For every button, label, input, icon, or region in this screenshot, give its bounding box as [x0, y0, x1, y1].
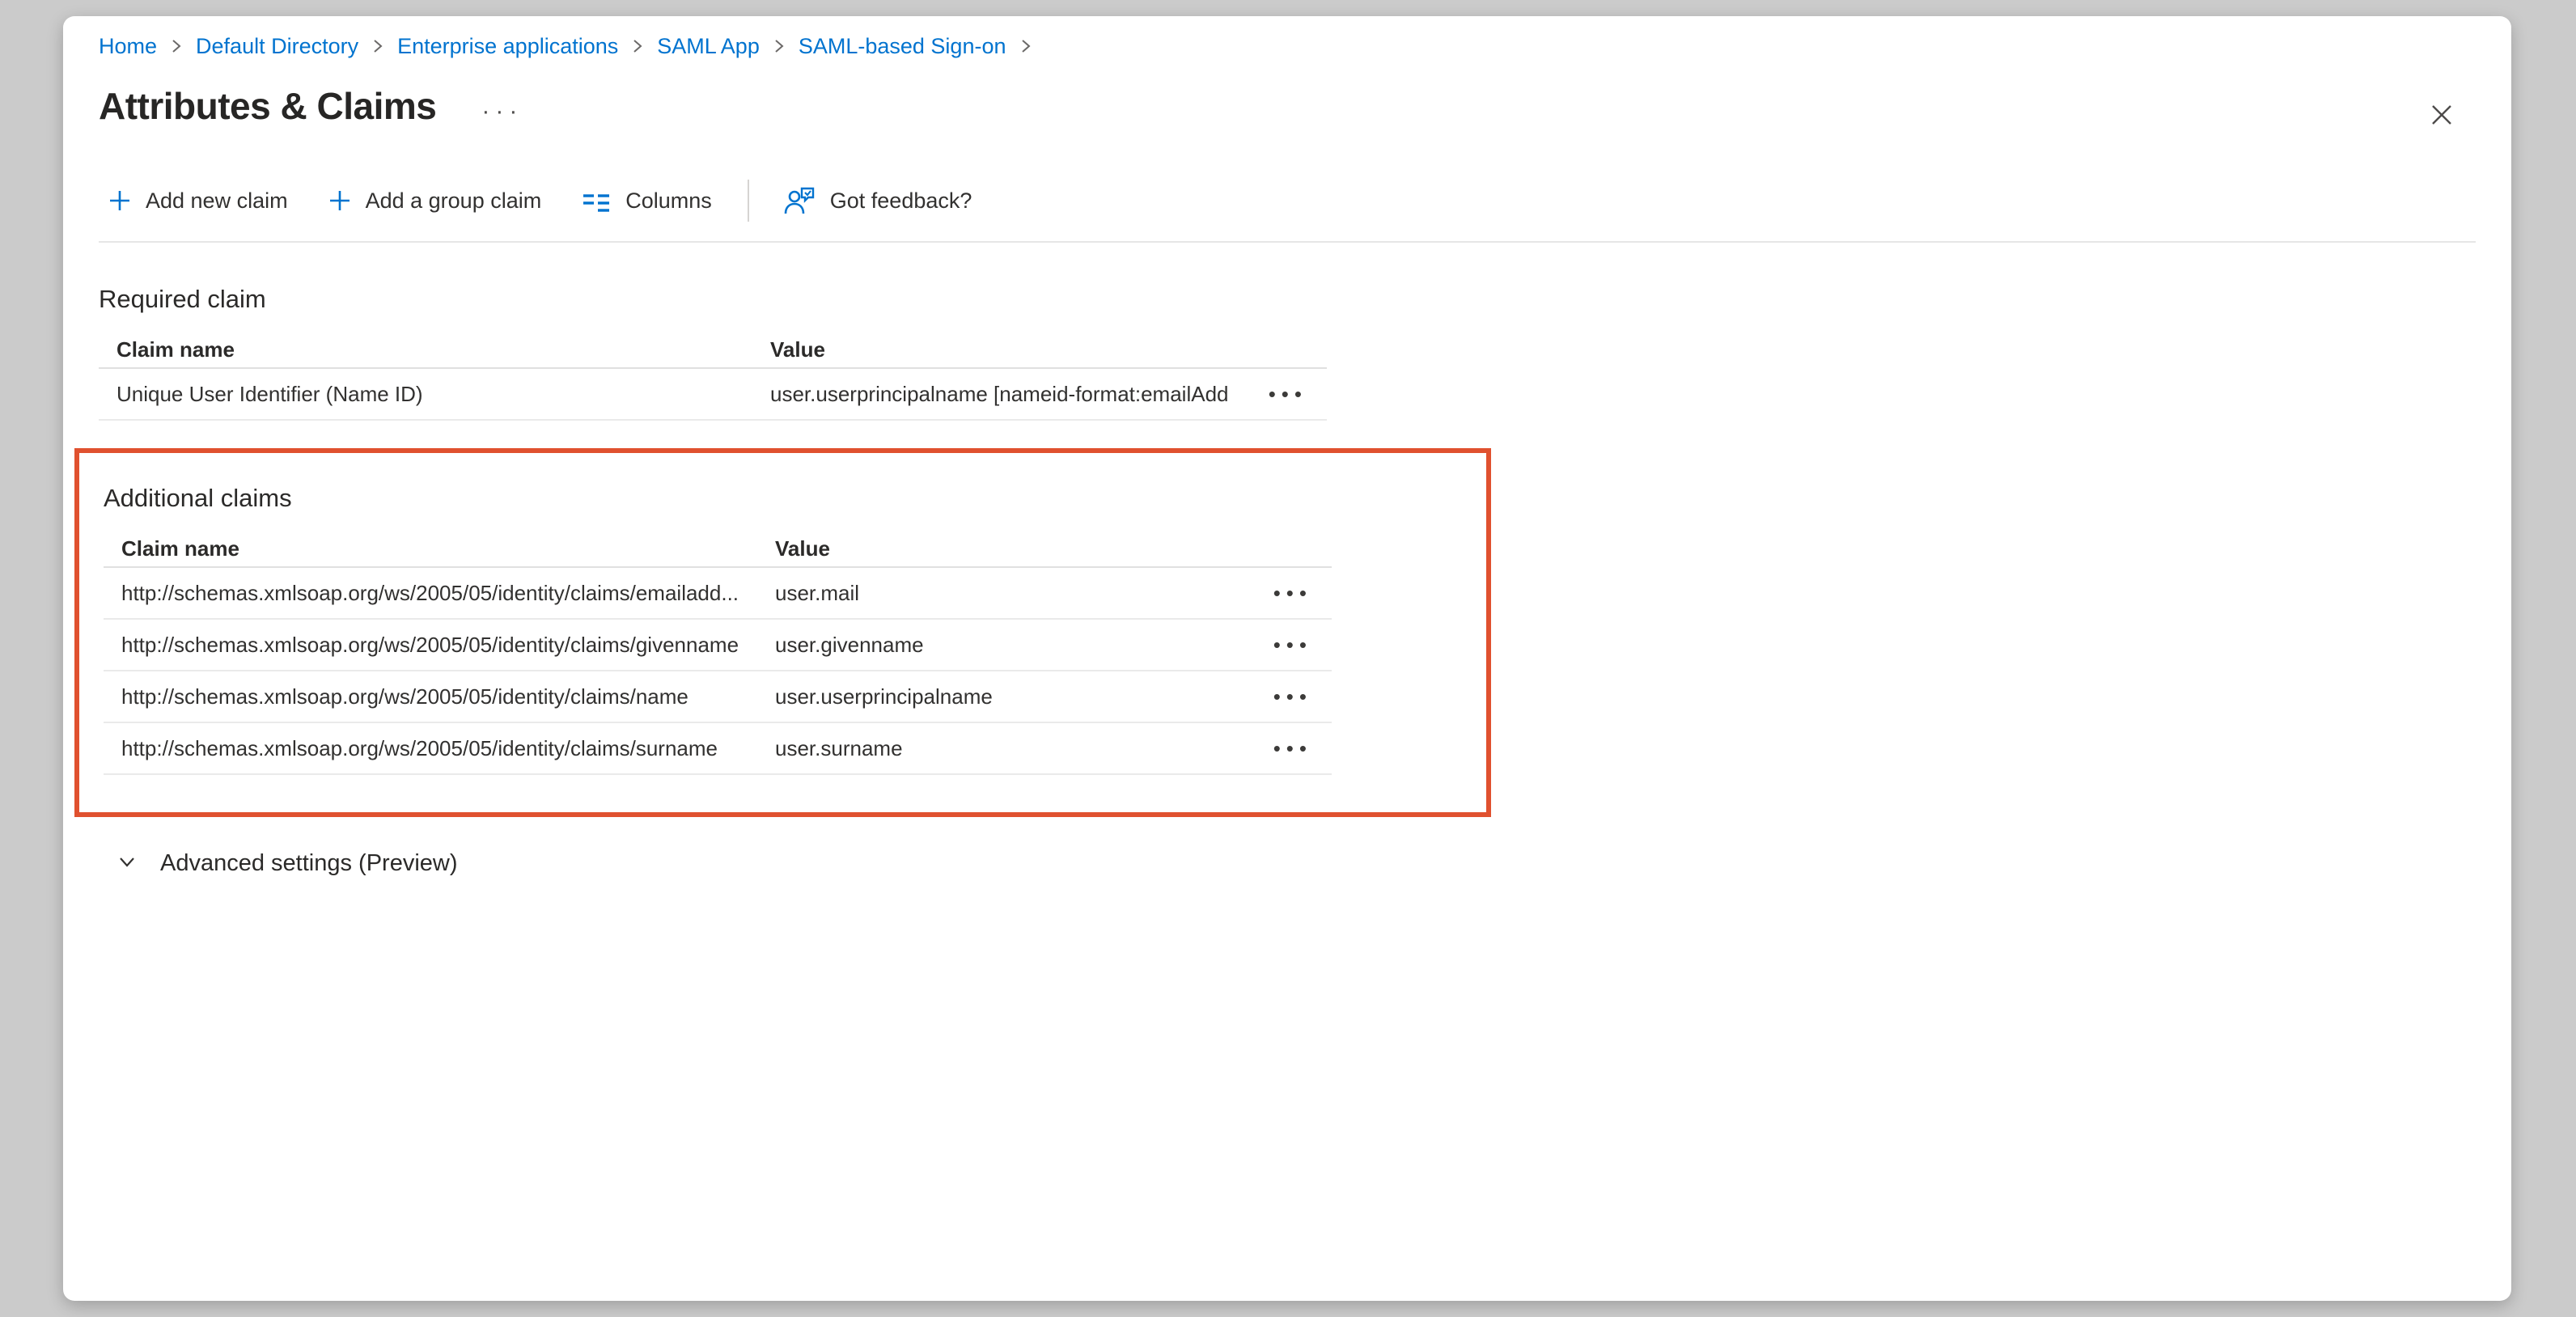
table-header-row: Claim name Value [99, 332, 1327, 369]
advanced-settings-toggle[interactable]: Advanced settings (Preview) [99, 849, 458, 878]
add-new-claim-label: Add new claim [146, 188, 288, 214]
attributes-claims-panel: Home Default Directory Enterprise applic… [63, 16, 2511, 1301]
additional-claims-heading: Additional claims [104, 484, 1486, 513]
add-new-claim-button[interactable]: Add new claim [99, 183, 296, 218]
columns-label: Columns [625, 188, 712, 214]
annotation-highlight-box: Additional claims Claim name Value http:… [74, 448, 1491, 817]
claim-name-cell: http://schemas.xmlsoap.org/ws/2005/05/id… [104, 736, 775, 761]
claim-name-cell: http://schemas.xmlsoap.org/ws/2005/05/id… [104, 633, 775, 658]
plus-icon [107, 188, 133, 214]
toolbar: Add new claim Add a group claim [99, 178, 2476, 243]
got-feedback-label: Got feedback? [830, 188, 972, 214]
additional-claims-table: Claim name Value http://schemas.xmlsoap.… [104, 531, 1332, 775]
table-row[interactable]: Unique User Identifier (Name ID) user.us… [99, 369, 1327, 421]
columns-icon [580, 188, 612, 214]
breadcrumb-link-saml-based-sign-on[interactable]: SAML-based Sign-on [799, 34, 1006, 59]
chevron-down-icon [115, 849, 139, 878]
claim-name-cell: Unique User Identifier (Name ID) [99, 382, 770, 407]
toolbar-divider [748, 180, 749, 222]
breadcrumb-link-saml-app[interactable]: SAML App [657, 34, 760, 59]
got-feedback-button[interactable]: Got feedback? [773, 178, 981, 223]
breadcrumb-link-home[interactable]: Home [99, 34, 157, 59]
advanced-settings-label: Advanced settings (Preview) [160, 850, 458, 877]
chevron-right-icon [170, 36, 183, 56]
plus-icon [327, 188, 353, 214]
close-button[interactable] [2419, 94, 2464, 139]
feedback-person-icon [782, 183, 817, 218]
chevron-right-icon [631, 36, 644, 56]
columns-button[interactable]: Columns [572, 183, 720, 218]
claim-name-cell: http://schemas.xmlsoap.org/ws/2005/05/id… [104, 581, 775, 606]
value-cell: user.userprincipalname [nameid-format:em… [770, 382, 1230, 407]
required-claim-heading: Required claim [99, 285, 2476, 314]
value-column-header: Value [770, 337, 1230, 362]
add-group-claim-label: Add a group claim [366, 188, 542, 214]
table-row[interactable]: http://schemas.xmlsoap.org/ws/2005/05/id… [104, 620, 1332, 671]
table-row[interactable]: http://schemas.xmlsoap.org/ws/2005/05/id… [104, 671, 1332, 723]
table-header-row: Claim name Value [104, 531, 1332, 568]
additional-claims-section: Additional claims Claim name Value http:… [104, 484, 1486, 775]
title-row: Attributes & Claims ··· [99, 81, 2476, 131]
table-row[interactable]: http://schemas.xmlsoap.org/ws/2005/05/id… [104, 723, 1332, 775]
row-menu-icon[interactable]: ••• [1273, 585, 1312, 601]
value-cell: user.surname [775, 736, 1235, 761]
chevron-right-icon [371, 36, 384, 56]
value-column-header: Value [775, 536, 1235, 561]
chevron-right-icon [1019, 36, 1032, 56]
breadcrumb-link-default-directory[interactable]: Default Directory [196, 34, 358, 59]
value-cell: user.userprincipalname [775, 684, 1235, 709]
row-menu-icon[interactable]: ••• [1269, 386, 1307, 402]
row-menu-icon[interactable]: ••• [1273, 740, 1312, 756]
row-menu-icon[interactable]: ••• [1273, 637, 1312, 653]
value-cell: user.mail [775, 581, 1235, 606]
table-row[interactable]: http://schemas.xmlsoap.org/ws/2005/05/id… [104, 568, 1332, 620]
claim-name-column-header: Claim name [99, 337, 770, 362]
page-title: Attributes & Claims [99, 84, 436, 128]
required-claim-section: Required claim Claim name Value Unique U… [99, 285, 2476, 421]
close-icon [2427, 100, 2456, 133]
title-more-options-icon[interactable]: ··· [481, 108, 523, 116]
breadcrumb-link-enterprise-applications[interactable]: Enterprise applications [397, 34, 618, 59]
required-claim-table: Claim name Value Unique User Identifier … [99, 332, 1327, 421]
claim-name-column-header: Claim name [104, 536, 775, 561]
chevron-right-icon [773, 36, 786, 56]
breadcrumb: Home Default Directory Enterprise applic… [99, 32, 2476, 60]
claim-name-cell: http://schemas.xmlsoap.org/ws/2005/05/id… [104, 684, 775, 709]
value-cell: user.givenname [775, 633, 1235, 658]
row-menu-icon[interactable]: ••• [1273, 688, 1312, 705]
add-group-claim-button[interactable]: Add a group claim [319, 183, 550, 218]
